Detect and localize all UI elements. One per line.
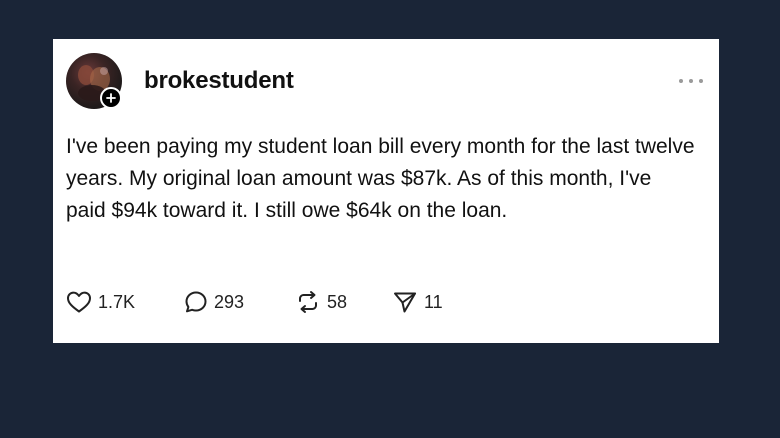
post-text: I've been paying my student loan bill ev… xyxy=(66,135,695,222)
more-horizontal-icon xyxy=(699,79,703,83)
reply-button[interactable]: 293 xyxy=(184,290,295,314)
repost-button[interactable]: 58 xyxy=(295,290,392,314)
repost-count: 58 xyxy=(327,291,348,312)
more-options-button[interactable] xyxy=(679,75,703,87)
share-button[interactable]: 11 xyxy=(392,290,443,314)
follow-button[interactable] xyxy=(100,87,122,109)
repost-icon xyxy=(299,291,317,313)
send-icon xyxy=(394,292,416,313)
heart-icon xyxy=(67,291,91,313)
more-horizontal-icon xyxy=(689,79,693,83)
username[interactable]: brokestudent xyxy=(144,67,294,95)
share-count: 11 xyxy=(424,291,443,312)
reply-count: 293 xyxy=(214,291,245,312)
comment-bubble-icon xyxy=(185,291,207,313)
avatar-container[interactable] xyxy=(66,53,124,111)
post-actions: 1.7K 293 58 11 xyxy=(66,288,443,316)
like-count: 1.7K xyxy=(98,291,136,312)
more-horizontal-icon xyxy=(679,79,683,83)
post-card: brokestudent I've been paying my student… xyxy=(53,39,719,343)
like-button[interactable]: 1.7K xyxy=(66,290,184,314)
plus-icon xyxy=(106,93,116,103)
